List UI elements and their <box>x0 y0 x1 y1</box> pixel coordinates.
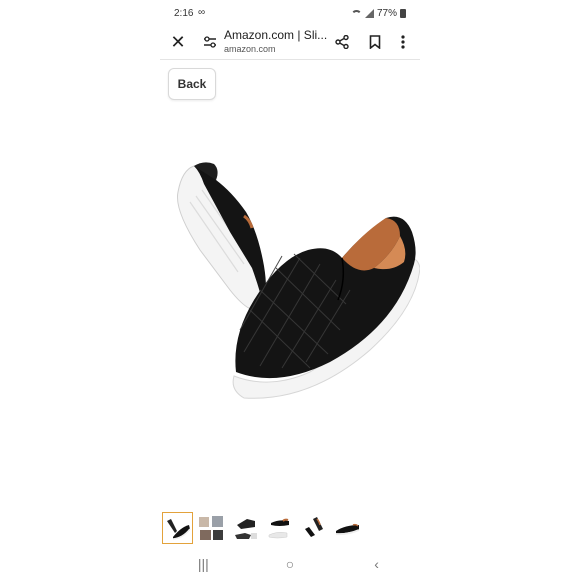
browser-toolbar: ✕ Amazon.com | Sli... amazon.com <box>160 24 420 60</box>
link-icon: ∞ <box>198 7 206 18</box>
thumbnail-4[interactable] <box>264 512 295 544</box>
rear-shoe-illustration <box>176 162 266 312</box>
thumbnail-5[interactable] <box>298 512 329 544</box>
bookmark-icon[interactable] <box>365 32 385 52</box>
wifi-icon <box>350 9 362 19</box>
battery-percent: 77% <box>376 8 397 19</box>
recents-button[interactable]: ||| <box>183 556 223 572</box>
phone-screen: 2:16 ∞ 77% ✕ Amazon.com | Sli... amazon.… <box>160 0 421 580</box>
page-domain: amazon.com <box>224 44 276 54</box>
status-time: 2:16 <box>174 8 194 19</box>
thumbnail-3[interactable] <box>230 512 261 544</box>
thumbnail-strip <box>162 512 418 544</box>
status-indicators: 77% <box>350 8 406 19</box>
more-vertical-icon[interactable] <box>393 32 413 52</box>
nav-back-button[interactable]: ‹ <box>357 556 397 572</box>
share-icon[interactable] <box>332 32 352 52</box>
status-bar: 2:16 ∞ 77% <box>160 6 420 24</box>
product-image[interactable] <box>160 140 421 420</box>
system-nav-bar: ||| ○ ‹ <box>160 548 420 580</box>
front-shoe-illustration <box>232 216 421 399</box>
back-button[interactable]: Back <box>168 68 216 100</box>
page-title-block[interactable]: Amazon.com | Sli... amazon.com <box>224 28 328 54</box>
thumbnail-1[interactable] <box>162 512 193 544</box>
thumbnail-6[interactable] <box>332 512 363 544</box>
page-title: Amazon.com | Sli... <box>224 28 328 42</box>
tune-icon[interactable] <box>200 32 220 52</box>
home-button[interactable]: ○ <box>270 556 310 572</box>
signal-icon <box>364 9 374 18</box>
battery-icon <box>400 9 406 18</box>
close-icon[interactable]: ✕ <box>168 32 188 52</box>
thumbnail-2[interactable] <box>196 512 227 544</box>
